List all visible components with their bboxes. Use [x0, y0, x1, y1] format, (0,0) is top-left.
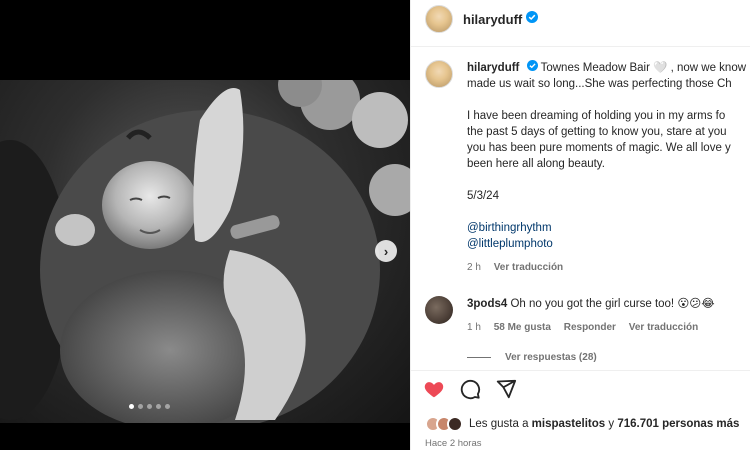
view-replies-button[interactable]: Ver respuestas (28) — [467, 352, 597, 363]
verified-badge-icon — [526, 10, 539, 28]
reply-button[interactable]: Responder — [564, 322, 616, 333]
comment-username[interactable]: 3pods4 — [467, 298, 507, 310]
caption-line-2: made us wait so long...She was perfectin… — [467, 78, 732, 91]
post-side-panel: hilaryduff hilaryduff Townes Meadow Bair… — [410, 0, 750, 450]
liker-avatars — [425, 416, 463, 432]
comment-avatar[interactable] — [425, 296, 453, 324]
heart-icon[interactable] — [423, 378, 445, 405]
media-pane: › — [0, 0, 410, 450]
carousel-dot — [138, 404, 143, 409]
caption-block: hilaryduff Townes Meadow Bair 🤍 , now we… — [425, 60, 750, 276]
action-bar — [423, 378, 517, 405]
instagram-post-modal: › hilaryduff hilaryduff Townes Meadow Ba… — [0, 0, 750, 450]
view-replies-label: Ver respuestas (28) — [505, 352, 597, 363]
carousel-dot — [147, 404, 152, 409]
mention-link-2[interactable]: @littleplumphoto — [467, 236, 750, 252]
caption-para2-line1: I have been dreaming of holding you in m… — [467, 110, 726, 123]
post-header: hilaryduff — [411, 0, 750, 38]
actions-divider — [411, 370, 750, 371]
caption-date: 5/3/24 — [467, 190, 499, 203]
liker-avatar — [447, 416, 463, 432]
likes-count[interactable]: 716.701 personas más — [617, 418, 739, 430]
caption-para2-line4: been here all along beauty. — [467, 158, 605, 171]
see-translation-link[interactable]: Ver traducción — [494, 262, 563, 273]
comment-icon[interactable] — [459, 378, 481, 405]
carousel-dot — [129, 404, 134, 409]
newborn-photo-illustration — [0, 80, 410, 423]
likes-connector: y — [608, 418, 615, 430]
comment-item: 3pods4 Oh no you got the girl curse too!… — [425, 296, 750, 336]
likes-summary: Les gusta a mispastelitos y 716.701 pers… — [425, 416, 739, 432]
header-username[interactable]: hilaryduff — [463, 12, 522, 27]
carousel-dot — [156, 404, 161, 409]
next-slide-button[interactable]: › — [375, 240, 397, 262]
comment-see-translation-link[interactable]: Ver traducción — [629, 322, 698, 333]
caption-text: hilaryduff Townes Meadow Bair 🤍 , now we… — [467, 60, 750, 276]
header-divider — [411, 46, 750, 47]
chevron-right-icon: › — [383, 243, 389, 259]
share-icon[interactable] — [495, 378, 517, 405]
comment-text: Oh no you got the girl curse too! 😮😕😂 — [510, 298, 715, 310]
caption-username[interactable]: hilaryduff — [467, 62, 519, 74]
comment-time: 1 h — [467, 322, 481, 333]
likes-prefix: Les gusta a — [469, 418, 529, 430]
post-photo[interactable] — [0, 80, 410, 423]
caption-para2-line3: you has been pure moments of magic. We a… — [467, 142, 731, 155]
caption-time: 2 h — [467, 262, 481, 274]
comment-likes[interactable]: 58 Me gusta — [494, 322, 551, 333]
verified-badge-icon — [526, 60, 538, 76]
likes-user[interactable]: mispastelitos — [532, 418, 606, 430]
mention-link-1[interactable]: @birthingrhythm — [467, 220, 750, 236]
carousel-dot — [165, 404, 170, 409]
replies-line — [467, 357, 491, 358]
caption-avatar[interactable] — [425, 60, 453, 88]
avatar[interactable] — [425, 5, 453, 33]
posted-time: Hace 2 horas — [425, 438, 482, 449]
caption-para2-line2: the past 5 days of getting to know you, … — [467, 126, 727, 139]
caption-line-1: Townes Meadow Bair 🤍 , now we know — [540, 62, 747, 75]
caption-meta: 2 h Ver traducción — [467, 260, 750, 276]
comment-meta: 1 h 58 Me gusta Responder Ver traducción — [467, 320, 715, 336]
carousel-indicator — [129, 404, 170, 409]
